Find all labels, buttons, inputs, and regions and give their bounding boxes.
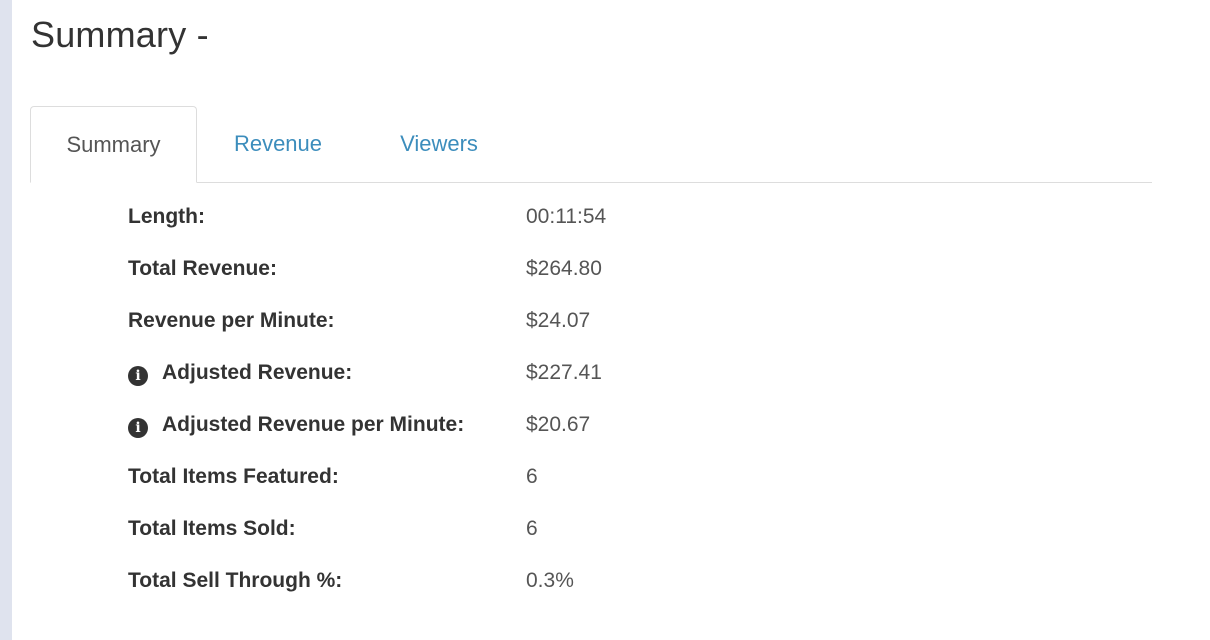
summary-row-items-sold: Total Items Sold: 6 — [128, 503, 768, 555]
tab-bar: Summary Revenue Viewers — [30, 106, 1152, 183]
summary-table: Length: 00:11:54 Total Revenue: $264.80 … — [128, 191, 768, 607]
summary-row-items-featured: Total Items Featured: 6 — [128, 451, 768, 503]
summary-value: $227.41 — [526, 361, 602, 384]
tab-summary[interactable]: Summary — [30, 106, 197, 183]
summary-value: $264.80 — [526, 257, 602, 280]
summary-page: Summary - Summary Revenue Viewers Length… — [12, 0, 1210, 640]
summary-row-adjusted-revenue: i Adjusted Revenue: $227.41 — [128, 347, 768, 399]
summary-label: Total Items Sold: — [128, 517, 296, 540]
summary-label: Total Sell Through %: — [128, 569, 343, 592]
info-circle-icon[interactable]: i — [128, 366, 148, 386]
summary-label: Adjusted Revenue: — [162, 361, 353, 384]
summary-label: Total Items Featured: — [128, 465, 339, 488]
tab-revenue[interactable]: Revenue — [220, 106, 336, 182]
sidebar-edge — [0, 0, 12, 640]
summary-value: 6 — [526, 517, 538, 540]
tab-viewers[interactable]: Viewers — [386, 106, 492, 182]
summary-row-sell-through: Total Sell Through %: 0.3% — [128, 555, 768, 607]
summary-label: Length: — [128, 205, 205, 228]
summary-label: Total Revenue: — [128, 257, 277, 280]
page-title: Summary - — [31, 14, 209, 55]
summary-value: $20.67 — [526, 413, 591, 436]
summary-row-length: Length: 00:11:54 — [128, 191, 768, 243]
summary-value: 0.3% — [526, 569, 574, 592]
summary-row-revenue-per-minute: Revenue per Minute: $24.07 — [128, 295, 768, 347]
summary-row-total-revenue: Total Revenue: $264.80 — [128, 243, 768, 295]
summary-value: 00:11:54 — [526, 205, 607, 228]
summary-label: Adjusted Revenue per Minute: — [162, 413, 465, 436]
summary-value: $24.07 — [526, 309, 591, 332]
summary-value: 6 — [526, 465, 538, 488]
summary-label: Revenue per Minute: — [128, 309, 335, 332]
info-circle-icon[interactable]: i — [128, 418, 148, 438]
summary-row-adjusted-revenue-per-minute: i Adjusted Revenue per Minute: $20.67 — [128, 399, 768, 451]
